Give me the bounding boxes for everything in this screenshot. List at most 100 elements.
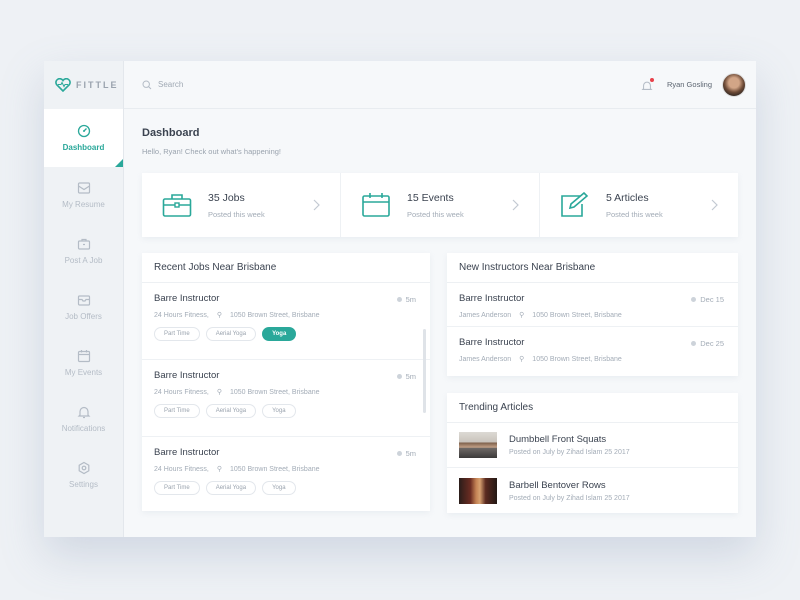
job-title: Barre Instructor [154,370,220,381]
instructor-date: Dec 25 [691,339,724,348]
tag-aerial-yoga[interactable]: Aerial Yoga [205,481,257,495]
scrollbar[interactable] [423,329,426,413]
stat-title: 15 Events [407,191,454,204]
instructor-item[interactable]: Barre Instructor Dec 25 James Anderson ⚲… [447,327,738,371]
stat-subtitle: Posted this week [407,209,464,219]
search-bar [142,79,641,90]
job-tags: Part Time Aerial Yoga Yoga [154,481,418,495]
new-instructors-card: New Instructors Near Brisbane Barre Inst… [447,253,738,376]
tag-part-time[interactable]: Part Time [154,481,200,495]
tag-part-time[interactable]: Part Time [154,404,200,418]
time-label: 5m [405,449,416,458]
sidebar-item-job-offers[interactable]: Job Offers [44,279,123,335]
job-time: 5m [396,295,416,304]
job-title: Barre Instructor [154,447,220,458]
stat-title: 5 Articles [606,191,649,204]
clock-icon [691,297,697,302]
sidebar-item-settings[interactable]: Settings [44,447,123,503]
sidebar-item-label: My Resume [62,200,105,209]
sidebar: FITTLE Dashboard My Resume Post A Job Jo… [44,61,124,537]
calendar-icon [362,193,390,217]
sidebar-item-post-a-job[interactable]: Post A Job [44,223,123,279]
instructor-item[interactable]: Barre Instructor Dec 15 James Anderson ⚲… [447,283,738,327]
article-thumbnail [459,477,497,504]
instructor-address: 1050 Brown Street, Brisbane [532,311,622,319]
instructor-meta: James Anderson ⚲ 1050 Brown Street, Bris… [459,355,726,364]
heart-logo-icon [55,78,71,92]
job-meta: 24 Hours Fitness, ⚲ 1050 Brown Street, B… [154,311,418,320]
stat-card-jobs[interactable]: 35 Jobs Posted this week [142,173,341,237]
card-title: New Instructors Near Brisbane [447,253,738,283]
job-item[interactable]: Barre Instructor 5m 24 Hours Fitness, ⚲ … [142,437,430,511]
gear-icon [78,461,89,475]
card-title: Trending Articles [447,393,738,423]
article-meta: Posted on July by Zihad Islam 25 2017 [509,494,630,502]
app-window: FITTLE Dashboard My Resume Post A Job Jo… [44,61,756,537]
sidebar-item-my-resume[interactable]: My Resume [44,167,123,223]
user-name[interactable]: Ryan Gosling [667,80,712,89]
job-company: 24 Hours Fitness, [154,465,209,473]
job-item[interactable]: Barre Instructor 5m 24 Hours Fitness, ⚲ … [142,283,430,360]
job-address: 1050 Brown Street, Brisbane [230,311,320,319]
instructor-date: Dec 15 [691,295,724,304]
search-input[interactable] [158,80,358,89]
page-subtitle: Hello, Ryan! Check out what's happening! [142,147,282,156]
sidebar-item-notifications[interactable]: Notifications [44,391,123,447]
sidebar-item-dashboard[interactable]: Dashboard [44,109,123,167]
stat-card-events[interactable]: 15 Events Posted this week [341,173,540,237]
instructor-name: James Anderson [459,311,512,319]
clock-icon [396,374,402,379]
instructor-address: 1050 Brown Street, Brisbane [532,355,622,363]
article-meta: Posted on July by Zihad Islam 25 2017 [509,449,630,456]
gauge-icon [77,124,90,138]
tag-part-time[interactable]: Part Time [154,327,200,341]
tag-yoga[interactable]: Yoga [262,327,297,341]
job-address: 1050 Brown Street, Brisbane [230,465,320,473]
user-area: Ryan Gosling [641,72,746,97]
job-company: 24 Hours Fitness, [154,311,209,319]
briefcase-icon [77,238,90,250]
chevron-right-icon [313,199,320,211]
location-pin-icon: ⚲ [519,312,525,319]
article-title: Dumbbell Front Squats [509,434,607,445]
stat-card-articles[interactable]: 5 Articles Posted this week [540,173,738,237]
clock-icon [396,451,402,456]
sidebar-item-label: Dashboard [62,143,105,152]
tag-aerial-yoga[interactable]: Aerial Yoga [205,327,257,341]
article-item[interactable]: Barbell Bentover Rows Posted on July by … [447,468,738,513]
topbar: Ryan Gosling [124,61,756,109]
card-title: Recent Jobs Near Brisbane [142,253,430,283]
page-title: Dashboard [142,127,200,139]
location-pin-icon: ⚲ [216,466,222,473]
stats-row: 35 Jobs Posted this week 15 Events Poste… [142,173,738,237]
location-pin-icon: ⚲ [216,389,222,396]
sidebar-item-label: Settings [69,480,98,489]
job-title: Barre Instructor [154,293,220,304]
sidebar-item-my-events[interactable]: My Events [44,335,123,391]
job-tags: Part Time Aerial Yoga Yoga [154,404,418,418]
logo[interactable]: FITTLE [44,61,123,109]
mail-icon [77,295,90,306]
sidebar-item-label: Job Offers [65,312,102,321]
chevron-right-icon [711,199,718,211]
tag-yoga[interactable]: Yoga [262,404,296,418]
article-item[interactable]: Dumbbell Front Squats Posted on July by … [447,423,738,468]
time-label: 5m [405,295,416,304]
notifications-button[interactable] [641,77,654,91]
location-pin-icon: ⚲ [519,356,525,363]
recent-jobs-card: Recent Jobs Near Brisbane Barre Instruct… [142,253,430,511]
date-label: Dec 15 [700,295,724,304]
chevron-right-icon [512,199,519,211]
notification-dot [649,77,654,82]
job-item[interactable]: Barre Instructor 5m 24 Hours Fitness, ⚲ … [142,360,430,437]
job-tags: Part Time Aerial Yoga Yoga [154,327,418,341]
article-title: Barbell Bentover Rows [509,479,606,491]
instructor-name: James Anderson [459,355,512,363]
sidebar-item-label: Notifications [61,424,106,433]
tag-aerial-yoga[interactable]: Aerial Yoga [205,404,257,418]
instructor-title: Barre Instructor [459,293,525,304]
avatar[interactable] [722,72,746,97]
tag-yoga[interactable]: Yoga [262,481,296,495]
brand-name: FITTLE [76,80,119,90]
article-thumbnail [459,432,497,458]
